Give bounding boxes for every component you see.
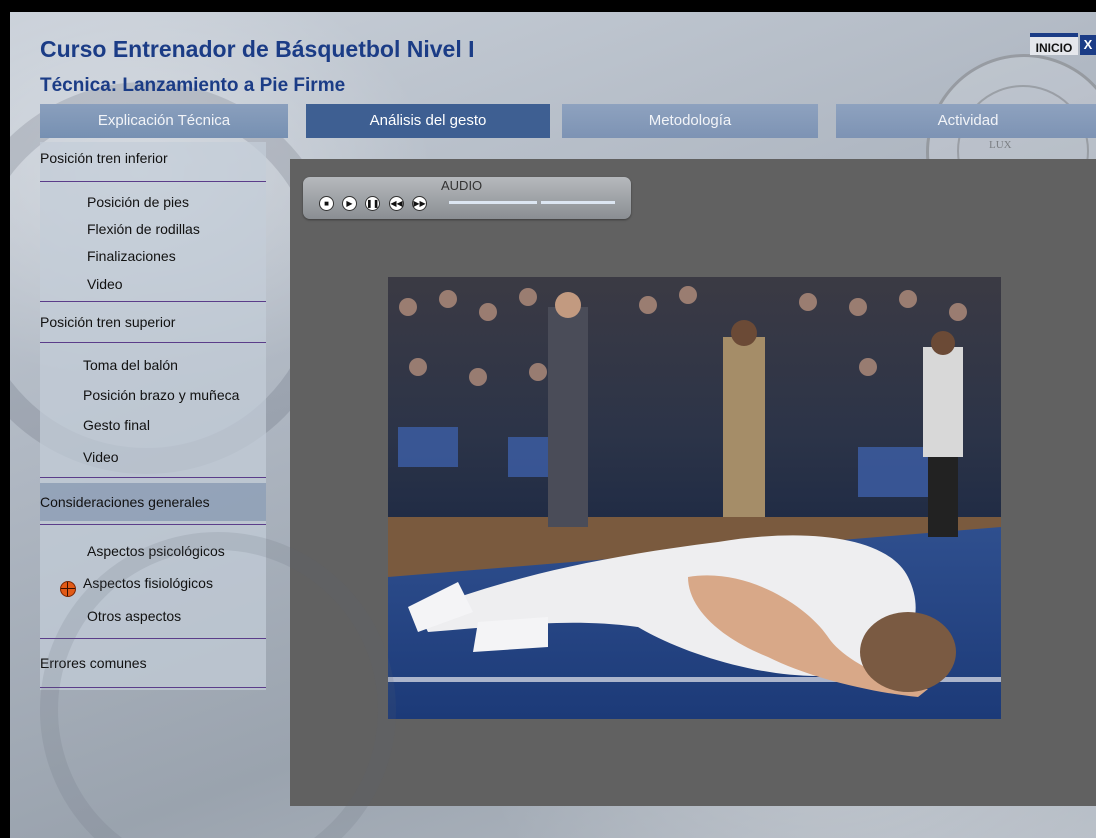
sidebar-section-errores-comunes[interactable]: Errores comunes xyxy=(40,655,266,671)
sidebar-item-video-superior[interactable]: Video xyxy=(83,449,119,465)
sidebar-item-aspectos-psicologicos[interactable]: Aspectos psicológicos xyxy=(87,543,225,559)
stop-icon[interactable]: ■ xyxy=(319,196,334,211)
basketball-icon xyxy=(60,581,76,597)
sidebar-item-finalizaciones[interactable]: Finalizaciones xyxy=(87,248,176,264)
sidebar-section-consideraciones[interactable]: Consideraciones generales xyxy=(40,483,266,521)
divider xyxy=(40,342,266,343)
inicio-button[interactable]: INICIO xyxy=(1030,33,1078,55)
sidebar-item-posicion-pies[interactable]: Posición de pies xyxy=(87,194,189,210)
sidebar-section-tren-superior[interactable]: Posición tren superior xyxy=(40,314,266,330)
app-window: Curso Entrenador de Básquetbol Nivel I T… xyxy=(10,12,1096,838)
sidebar-item-aspectos-fisiologicos[interactable]: Aspectos fisiológicos xyxy=(83,575,213,591)
divider xyxy=(40,687,266,688)
audio-progress-track[interactable] xyxy=(449,201,537,204)
divider xyxy=(40,638,266,639)
pause-icon[interactable]: ❚❚ xyxy=(365,196,380,211)
course-title: Curso Entrenador de Básquetbol Nivel I xyxy=(40,36,475,62)
divider xyxy=(40,477,266,478)
forward-icon[interactable]: ▶▶ xyxy=(412,196,427,211)
sidebar-item-gesto-final[interactable]: Gesto final xyxy=(83,417,150,433)
tab-analisis-del-gesto[interactable]: Análisis del gesto xyxy=(306,104,550,138)
sidebar-item-otros-aspectos[interactable]: Otros aspectos xyxy=(87,608,181,624)
audio-label: AUDIO xyxy=(441,178,483,193)
audio-player: AUDIO ■ ▶ ❚❚ ◀◀ ▶▶ xyxy=(303,177,631,219)
tab-actividad[interactable]: Actividad xyxy=(836,104,1096,138)
divider xyxy=(40,301,266,302)
sidebar-item-toma-balon[interactable]: Toma del balón xyxy=(83,357,178,373)
lesson-title: Técnica: Lanzamiento a Pie Firme xyxy=(40,75,346,96)
seal-text: LUX xyxy=(989,139,1012,151)
tab-explicacion-tecnica[interactable]: Explicación Técnica xyxy=(40,104,288,138)
sidebar-item-video-inferior[interactable]: Video xyxy=(87,276,123,292)
sidebar-item-posicion-brazo[interactable]: Posición brazo y muñeca xyxy=(83,387,239,403)
audio-volume-track[interactable] xyxy=(541,201,615,204)
rewind-icon[interactable]: ◀◀ xyxy=(389,196,404,211)
lesson-photo xyxy=(388,277,1001,719)
play-icon[interactable]: ▶ xyxy=(342,196,357,211)
tab-metodologia[interactable]: Metodología xyxy=(562,104,818,138)
divider xyxy=(40,524,266,525)
main-tabs: Explicación Técnica Análisis del gesto M… xyxy=(40,104,1096,138)
sidebar-section-tren-inferior[interactable]: Posición tren inferior xyxy=(40,150,266,166)
close-button[interactable]: X xyxy=(1080,35,1096,55)
divider xyxy=(40,181,266,182)
sidebar-item-flexion-rodillas[interactable]: Flexión de rodillas xyxy=(87,221,200,237)
